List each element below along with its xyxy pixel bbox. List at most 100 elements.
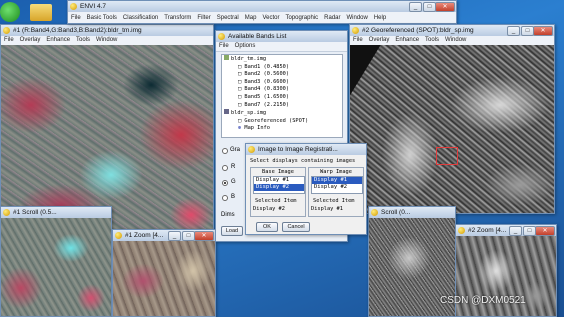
- envi-main-title: ENVI 4.7: [80, 3, 107, 10]
- menu-overlay[interactable]: Overlay: [366, 37, 393, 43]
- minimize-button[interactable]: _: [507, 26, 520, 36]
- menu-window[interactable]: Window: [442, 37, 469, 43]
- menu-file[interactable]: File: [216, 43, 232, 49]
- registration-dialog: Image to Image Registrati... Select disp…: [245, 143, 367, 235]
- zoom-box-indicator[interactable]: [436, 147, 458, 165]
- gray-scale-radio[interactable]: [222, 148, 228, 154]
- scroll2-titlebar[interactable]: Scroll (0...: [369, 207, 455, 218]
- menu-options[interactable]: Options: [232, 43, 259, 49]
- envi-main-window: ENVI 4.7 _ □ ✕ File Basic Tools Classifica…: [67, 0, 457, 24]
- menu-transform[interactable]: Transform: [161, 15, 194, 21]
- tree-file-item[interactable]: bldr_sp.img: [224, 109, 342, 118]
- close-button[interactable]: ✕: [194, 231, 214, 241]
- base-selected-value: Display #2: [253, 206, 285, 212]
- menu-overlay[interactable]: Overlay: [17, 37, 44, 43]
- zoom1-titlebar[interactable]: #1 Zoom [4... _ □ ✕: [113, 230, 215, 241]
- menu-map[interactable]: Map: [242, 15, 260, 21]
- tree-label: Band2 (0.5600): [244, 71, 290, 78]
- tree-band-item[interactable]: □ Band5 (1.6500): [224, 94, 342, 102]
- watermark: CSDN @DXM0521: [440, 295, 526, 306]
- close-button[interactable]: ✕: [533, 26, 553, 36]
- blue-radio[interactable]: [222, 195, 228, 201]
- close-button[interactable]: ✕: [535, 226, 555, 236]
- envi-window-icon: [352, 27, 359, 34]
- zoom2-title: #2 Zoom [4...: [468, 227, 507, 234]
- display1-titlebar[interactable]: #1 (R:Band4,G:Band3,B:Band2):bldr_tm.img: [1, 25, 213, 36]
- menu-tools[interactable]: Tools: [73, 37, 93, 43]
- envi-window-icon: [248, 146, 255, 153]
- tree-band-item[interactable]: □ Band2 (0.5600): [224, 71, 342, 79]
- tree-label: bldr_sp.img: [231, 110, 267, 117]
- tree-band-item[interactable]: □ Band4 (0.8300): [224, 86, 342, 94]
- menu-classification[interactable]: Classification: [120, 15, 161, 21]
- menu-enhance[interactable]: Enhance: [43, 37, 73, 43]
- red-label: R: [231, 164, 236, 170]
- minimize-button[interactable]: _: [409, 2, 422, 12]
- menu-basic-tools[interactable]: Basic Tools: [84, 15, 120, 21]
- envi-main-titlebar[interactable]: ENVI 4.7 _ □ ✕: [68, 1, 456, 12]
- scroll2-title: Scroll (0...: [381, 209, 411, 216]
- folder-icon[interactable]: [30, 4, 52, 21]
- tree-band-item[interactable]: □ Band7 (2.2150): [224, 102, 342, 110]
- red-radio[interactable]: [222, 165, 228, 171]
- scroll1-titlebar[interactable]: #1 Scroll (0.5...: [1, 207, 111, 218]
- envi-shortcut-icon[interactable]: [0, 2, 20, 22]
- close-button[interactable]: ✕: [435, 2, 455, 12]
- menu-tools[interactable]: Tools: [422, 37, 442, 43]
- green-label: G: [231, 179, 236, 185]
- bands-title: Available Bands List: [228, 33, 287, 40]
- menu-vector[interactable]: Vector: [259, 15, 282, 21]
- menu-enhance[interactable]: Enhance: [392, 37, 422, 43]
- tree-band-item[interactable]: □ Georeferenced (SPOT): [224, 118, 342, 126]
- file-icon: [224, 55, 229, 60]
- display2-titlebar[interactable]: #2 Georeferenced (SPOT):bldr_sp.img _ □ …: [350, 25, 554, 36]
- bands-menubar: File Options: [216, 42, 347, 52]
- warp-selected-label: Selected Item: [313, 198, 355, 204]
- base-list-item[interactable]: Display #1: [254, 177, 304, 184]
- zoom1-title: #1 Zoom [4...: [125, 232, 164, 239]
- display2-image[interactable]: [350, 45, 554, 213]
- minimize-button[interactable]: _: [509, 226, 522, 236]
- base-list-item-selected[interactable]: Display #2: [254, 184, 304, 191]
- tree-mapinfo-item[interactable]: ⊕ Map Info: [224, 125, 342, 133]
- menu-file[interactable]: File: [1, 37, 17, 43]
- scroll1-window: #1 Scroll (0.5...: [0, 206, 112, 317]
- menu-spectral[interactable]: Spectral: [214, 15, 242, 21]
- load-button[interactable]: Load: [221, 226, 243, 236]
- envi-window-icon: [3, 209, 10, 216]
- registration-titlebar[interactable]: Image to Image Registrati...: [246, 144, 366, 155]
- warp-list-item-selected[interactable]: Display #1: [312, 177, 362, 184]
- bands-titlebar[interactable]: Available Bands List: [216, 31, 347, 42]
- scroll1-image[interactable]: [1, 218, 111, 316]
- blue-label: B: [231, 194, 236, 200]
- tree-band-item[interactable]: □ Band1 (0.4850): [224, 64, 342, 72]
- tree-band-item[interactable]: □ Band3 (0.6600): [224, 79, 342, 87]
- green-radio[interactable]: [222, 180, 228, 186]
- scroll1-title: #1 Scroll (0.5...: [13, 209, 57, 216]
- zoom1-image[interactable]: [113, 241, 215, 316]
- gray-scale-label: Gra: [230, 147, 241, 153]
- tree-file-item[interactable]: bldr_tm.img: [224, 55, 342, 64]
- tree-label: Georeferenced (SPOT): [244, 117, 309, 124]
- menu-topographic[interactable]: Topographic: [282, 15, 321, 21]
- file-icon: [224, 109, 229, 115]
- menu-file[interactable]: File: [68, 15, 84, 21]
- warp-list-item[interactable]: Display #2: [312, 184, 362, 191]
- menu-filter[interactable]: Filter: [194, 15, 213, 21]
- zoom2-titlebar[interactable]: #2 Zoom [4... _ □ ✕: [456, 225, 556, 236]
- bands-tree: bldr_tm.img □ Band1 (0.4850) □ Band2 (0.…: [221, 54, 343, 138]
- tree-label: Band3 (0.6600): [244, 78, 290, 85]
- menu-radar[interactable]: Radar: [321, 15, 343, 21]
- menu-window[interactable]: Window: [344, 15, 371, 21]
- cancel-button[interactable]: Cancel: [282, 222, 310, 232]
- warp-image-header: Warp Image: [320, 169, 352, 175]
- ok-button[interactable]: OK: [256, 222, 278, 232]
- base-image-list[interactable]: Display #1 Display #2: [253, 176, 305, 194]
- menu-help[interactable]: Help: [371, 15, 389, 21]
- menu-window[interactable]: Window: [93, 37, 120, 43]
- menu-file[interactable]: File: [350, 37, 366, 43]
- tree-label: Band5 (1.6500): [244, 93, 290, 100]
- warp-image-list[interactable]: Display #1 Display #2: [311, 176, 363, 194]
- base-selected-label: Selected Item: [255, 198, 297, 204]
- minimize-button[interactable]: _: [168, 231, 181, 241]
